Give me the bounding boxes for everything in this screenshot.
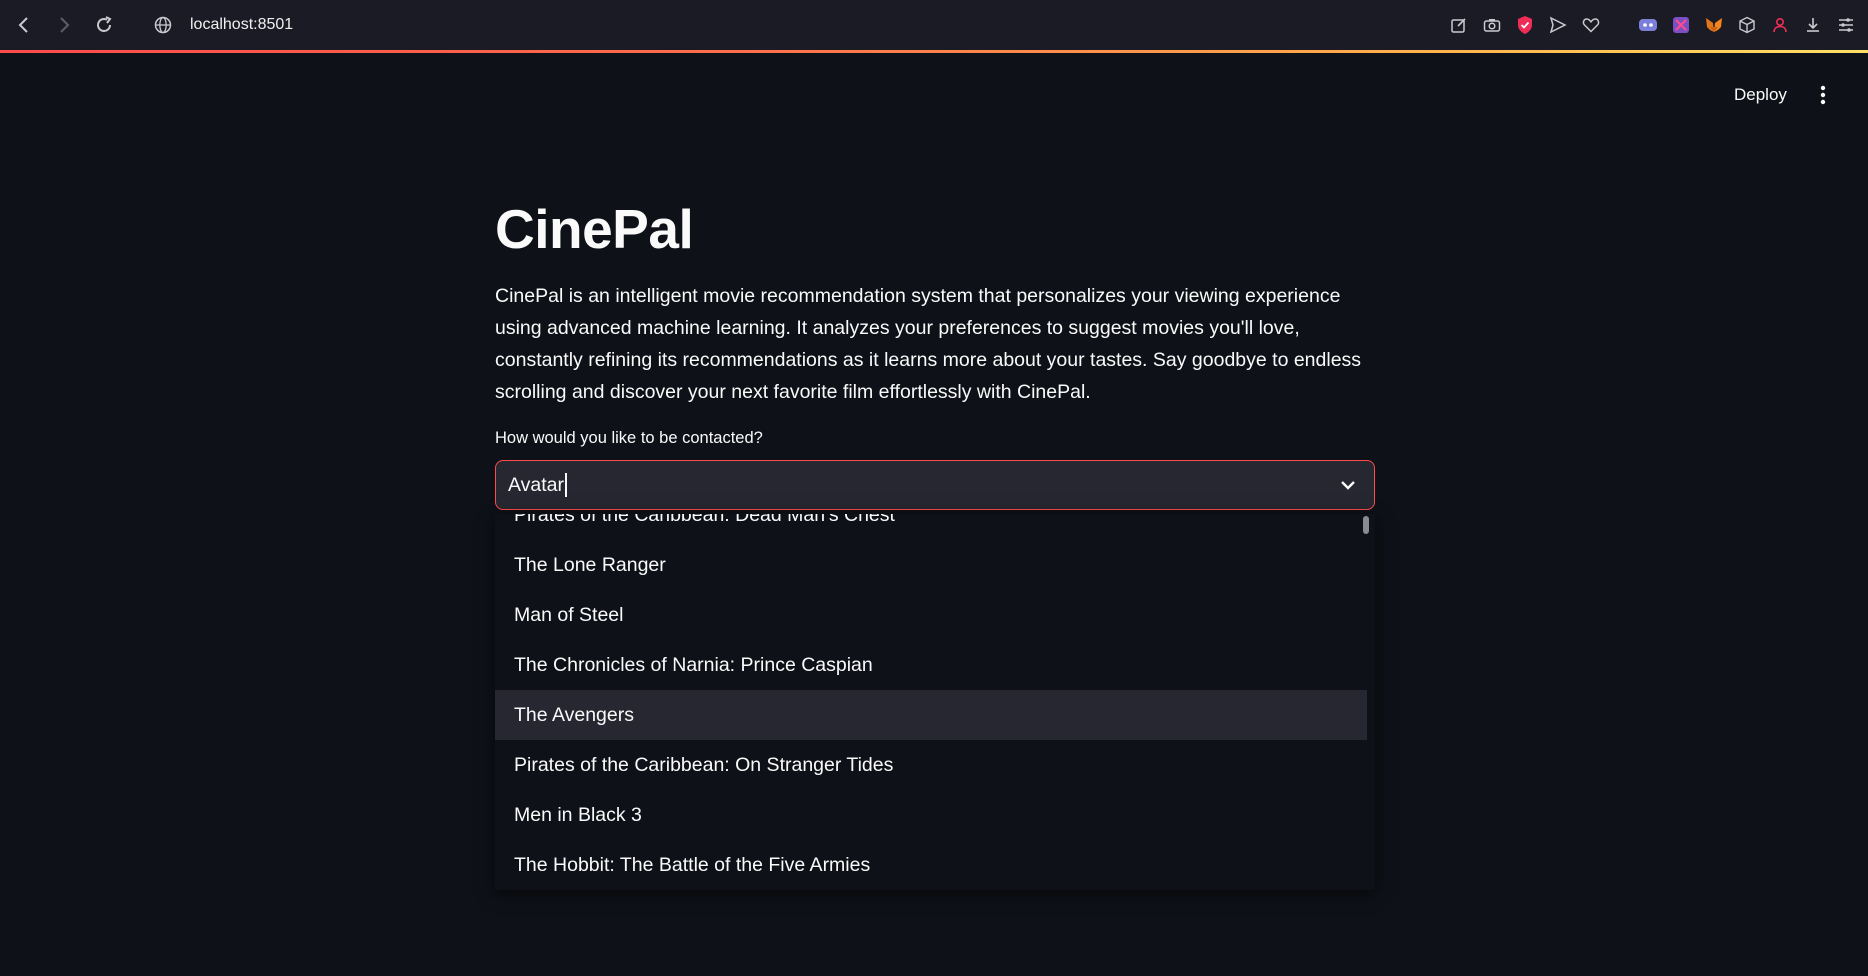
edit-icon[interactable]	[1442, 0, 1475, 50]
dropdown-option[interactable]: Men in Black 3	[495, 790, 1367, 840]
profile-icon[interactable]	[1763, 0, 1796, 50]
back-arrow-icon	[18, 17, 28, 33]
dropdown-option[interactable]: The Chronicles of Narnia: Prince Caspian	[495, 640, 1367, 690]
cube-icon[interactable]	[1730, 0, 1763, 50]
dropdown-option[interactable]: Man of Steel	[495, 590, 1367, 640]
dropdown-option[interactable]: The Hobbit: The Battle of the Five Armie…	[495, 840, 1367, 890]
select-dropdown[interactable]: Pirates of the Caribbean: Dead Man's Che…	[495, 514, 1375, 890]
movie-select[interactable]: Avatar	[495, 460, 1375, 510]
dropdown-option-highlighted[interactable]: The Avengers	[495, 690, 1367, 740]
app-description: CinePal is an intelligent movie recommen…	[495, 285, 1362, 403]
forward-button[interactable]	[44, 0, 84, 50]
text-cursor	[565, 473, 568, 497]
select-input-value[interactable]: Avatar	[508, 474, 564, 497]
heart-icon[interactable]	[1574, 0, 1607, 50]
dropdown-option[interactable]: Pirates of the Caribbean: Dead Man's Che…	[495, 514, 1367, 540]
browser-toolbar: localhost:8501	[0, 0, 1868, 50]
discord-icon[interactable]	[1631, 0, 1664, 50]
dropdown-option[interactable]: Pirates of the Caribbean: On Stranger Ti…	[495, 740, 1367, 790]
back-button[interactable]	[4, 0, 44, 50]
metamask-icon[interactable]	[1697, 0, 1730, 50]
download-icon[interactable]	[1796, 0, 1829, 50]
main-menu-button[interactable]	[1808, 80, 1838, 110]
extension-icon[interactable]	[1664, 0, 1697, 50]
loading-accent-bar	[0, 50, 1868, 53]
deploy-button[interactable]: Deploy	[1720, 80, 1801, 110]
menu-icon[interactable]	[1829, 0, 1862, 50]
main-content: CinePal CinePal is an intelligent movie …	[495, 190, 1375, 510]
browser-actions	[1442, 0, 1868, 50]
forward-arrow-icon	[60, 17, 70, 33]
send-icon[interactable]	[1541, 0, 1574, 50]
select-label: How would you like to be contacted?	[495, 429, 763, 447]
globe-icon[interactable]	[152, 14, 174, 36]
kebab-menu-icon	[1820, 85, 1826, 105]
dropdown-scrollbar[interactable]	[1363, 516, 1369, 534]
dropdown-option[interactable]: The Lone Ranger	[495, 540, 1367, 590]
reload-icon	[97, 16, 112, 32]
chevron-down-icon[interactable]	[1336, 473, 1360, 497]
shield-icon[interactable]	[1508, 0, 1541, 50]
camera-icon[interactable]	[1475, 0, 1508, 50]
reload-button[interactable]	[84, 0, 124, 50]
page-title: CinePal	[495, 198, 694, 260]
dropdown-options: Pirates of the Caribbean: Dead Man's Che…	[495, 514, 1375, 890]
address-bar[interactable]: localhost:8501	[190, 16, 293, 34]
